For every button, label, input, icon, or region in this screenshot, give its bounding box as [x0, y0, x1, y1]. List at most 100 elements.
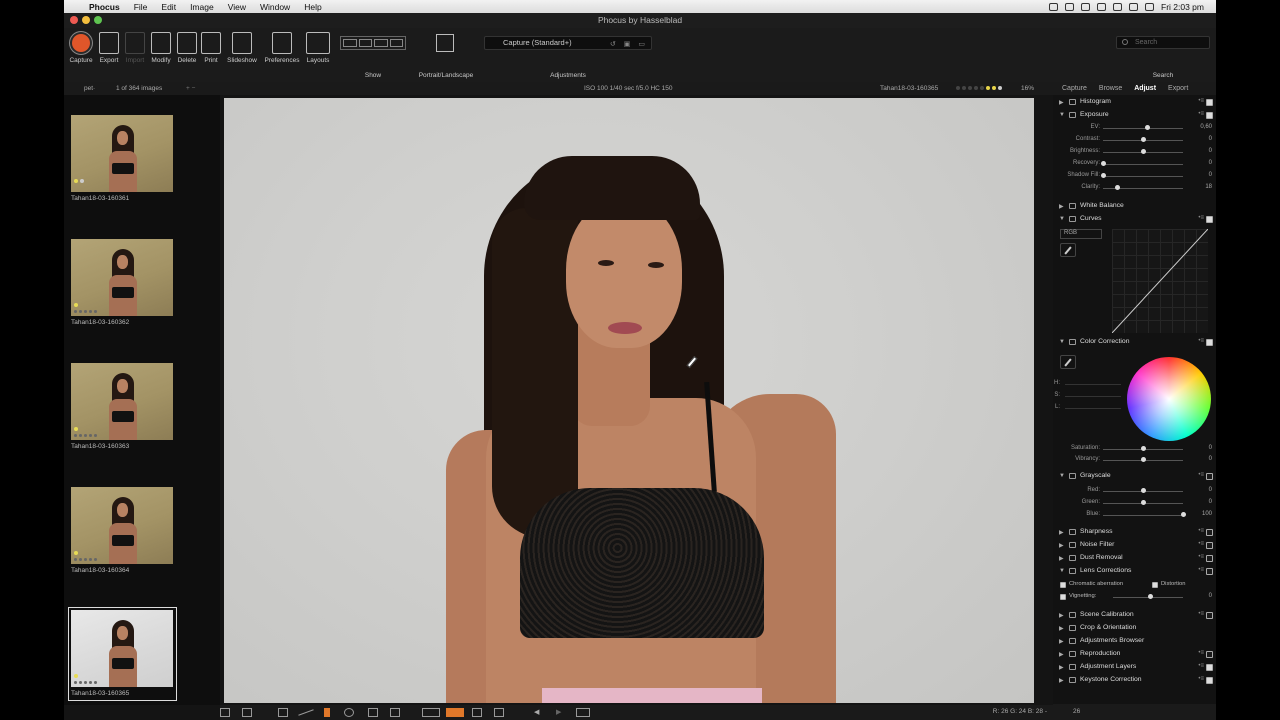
section-reproduction[interactable]: ▶ Reproduction •≡ — [1053, 649, 1216, 661]
grid-tool-icon[interactable] — [472, 708, 482, 717]
slider-color_sliders-1[interactable]: Vibrancy: 0 — [1053, 455, 1216, 466]
menu-icon[interactable]: •≡ — [1198, 650, 1204, 656]
compare-icon[interactable]: ▣ — [624, 39, 631, 51]
slider-grayscale_sliders-0[interactable]: Red: 0 — [1053, 486, 1216, 497]
menu-icon[interactable]: •≡ — [1198, 215, 1204, 221]
menu-icon[interactable]: •≡ — [1198, 567, 1204, 573]
rating-dots[interactable] — [956, 86, 1002, 90]
slider-knob[interactable] — [1141, 500, 1146, 505]
main-photo[interactable] — [224, 98, 1034, 703]
adjustments-select[interactable]: Capture (Standard+) ↺ ▣ ▭ — [484, 36, 652, 50]
layouts-button[interactable]: Layouts — [299, 32, 337, 64]
prev-image-icon[interactable]: ◀ — [534, 708, 544, 717]
lightness-slider[interactable]: L: — [1053, 403, 1216, 414]
folder-name[interactable]: pet· — [84, 82, 95, 95]
search-input[interactable]: Search — [1116, 36, 1210, 49]
battery-icon[interactable] — [1145, 2, 1154, 11]
section-adjustments-browser[interactable]: ▶ Adjustments Browser — [1053, 636, 1216, 648]
enable-checkbox[interactable] — [1206, 339, 1213, 346]
enable-checkbox[interactable] — [1206, 568, 1213, 575]
show-option-2[interactable] — [358, 39, 372, 47]
menu-edit[interactable]: Edit — [154, 2, 183, 12]
slideshow-button[interactable]: Slideshow — [223, 32, 261, 64]
brush-tool-icon[interactable] — [324, 708, 330, 717]
focus-mask-icon[interactable] — [494, 708, 504, 717]
enable-checkbox[interactable] — [1206, 612, 1213, 619]
menu-icon[interactable]: •≡ — [1198, 528, 1204, 534]
slider-knob[interactable] — [1141, 137, 1146, 142]
menu-file[interactable]: File — [127, 2, 155, 12]
curves-picker-icon[interactable] — [1060, 243, 1076, 257]
wifi-icon[interactable] — [1113, 2, 1122, 11]
maximize-icon[interactable] — [94, 16, 102, 24]
overlay-tool-icon[interactable] — [422, 708, 440, 717]
thumbnail[interactable] — [71, 487, 173, 564]
slider-track[interactable] — [1103, 128, 1183, 129]
chromatic-aberration-checkbox[interactable] — [1060, 582, 1066, 588]
menu-icon[interactable]: •≡ — [1198, 611, 1204, 617]
tab-export[interactable]: Export — [1168, 82, 1188, 95]
crop-tool-icon[interactable] — [278, 708, 288, 717]
menu-icon[interactable]: •≡ — [1198, 472, 1204, 478]
slider-knob[interactable] — [1141, 457, 1146, 462]
list-tool-icon[interactable] — [390, 708, 400, 717]
slider-track[interactable] — [1103, 176, 1183, 177]
tab-capture[interactable]: Capture — [1062, 82, 1087, 95]
mask-tool-icon[interactable] — [446, 708, 464, 717]
slider-knob[interactable] — [1101, 161, 1106, 166]
enable-checkbox[interactable] — [1206, 555, 1213, 562]
menu-clock[interactable]: Fri 2:03 pm — [1161, 2, 1204, 12]
section-sharpness[interactable]: ▶ Sharpness •≡ — [1053, 527, 1216, 539]
section-crop-orientation[interactable]: ▶ Crop & Orientation — [1053, 623, 1216, 635]
saturation-hsl-slider[interactable]: S: — [1053, 391, 1216, 402]
volume-icon[interactable] — [1129, 2, 1138, 11]
slider-exposure_sliders-3[interactable]: Recovery: 0 — [1053, 159, 1216, 170]
section-keystone-correction[interactable]: ▶ Keystone Correction •≡ — [1053, 675, 1216, 687]
thumbnail[interactable] — [71, 363, 173, 440]
menu-icon[interactable]: •≡ — [1198, 541, 1204, 547]
menu-app[interactable]: Phocus — [82, 2, 127, 12]
hand-tool-icon[interactable] — [368, 708, 378, 717]
curves-graph[interactable] — [1112, 229, 1208, 333]
cloud-icon[interactable] — [1081, 2, 1090, 11]
enable-checkbox[interactable] — [1206, 651, 1213, 658]
slider-knob[interactable] — [1145, 125, 1150, 130]
thumbnail[interactable] — [71, 239, 173, 316]
vignetting-checkbox[interactable] — [1060, 594, 1066, 600]
slider-grayscale_sliders-2[interactable]: Blue: 100 — [1053, 510, 1216, 521]
show-option-3[interactable] — [374, 39, 388, 47]
menu-icon[interactable]: •≡ — [1198, 676, 1204, 682]
slider-knob[interactable] — [1141, 446, 1146, 451]
slider-knob[interactable] — [1101, 173, 1106, 178]
menu-icon[interactable]: •≡ — [1198, 663, 1204, 669]
slider-exposure_sliders-1[interactable]: Contrast: 0 — [1053, 135, 1216, 146]
slider-color_sliders-0[interactable]: Saturation: 0 — [1053, 444, 1216, 455]
slider-exposure_sliders-5[interactable]: Clarity: 18 — [1053, 183, 1216, 194]
enable-checkbox[interactable] — [1206, 542, 1213, 549]
image-viewer[interactable] — [220, 95, 1053, 705]
menu-icon[interactable]: •≡ — [1198, 111, 1204, 117]
section-dust-removal[interactable]: ▶ Dust Removal •≡ — [1053, 553, 1216, 565]
thumbnail-selected[interactable] — [71, 610, 173, 687]
next-image-icon[interactable]: ▶ — [556, 708, 566, 717]
section-noise-filter[interactable]: ▶ Noise Filter •≡ — [1053, 540, 1216, 552]
loupe-tool-icon[interactable] — [344, 708, 354, 717]
slider-exposure_sliders-0[interactable]: EV: 0,60 — [1053, 123, 1216, 134]
section-white-balance[interactable]: ▶ White Balance — [1053, 201, 1216, 213]
portrait-landscape-icon[interactable] — [436, 34, 454, 52]
show-option-4[interactable] — [389, 39, 403, 47]
enable-checkbox[interactable] — [1206, 216, 1213, 223]
menu-image[interactable]: Image — [183, 2, 221, 12]
screen-icon[interactable] — [1049, 2, 1058, 11]
enable-checkbox[interactable] — [1206, 99, 1213, 106]
lock-icon[interactable]: ▭ — [638, 39, 645, 51]
slider-exposure_sliders-4[interactable]: Shadow Fill: 0 — [1053, 171, 1216, 182]
slider-knob[interactable] — [1181, 512, 1186, 517]
slider-exposure_sliders-2[interactable]: Brightness: 0 — [1053, 147, 1216, 158]
distortion-checkbox[interactable] — [1152, 582, 1158, 588]
menu-window[interactable]: Window — [253, 2, 297, 12]
slider-knob[interactable] — [1141, 488, 1146, 493]
enable-checkbox[interactable] — [1206, 677, 1213, 684]
show-selector[interactable] — [340, 36, 406, 50]
curves-channel-select[interactable]: RGB — [1060, 229, 1102, 239]
